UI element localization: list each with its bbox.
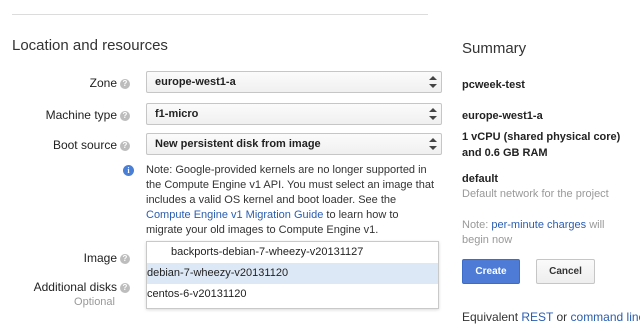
zone-select[interactable]: europe-west1-a xyxy=(146,71,442,93)
image-option-selected[interactable]: debian-7-wheezy-v20131120 xyxy=(147,263,438,284)
machine-type-label-text: Machine type xyxy=(45,108,117,122)
summary-charges-note: Note: per-minute charges will xyxy=(462,218,604,232)
top-divider xyxy=(12,14,428,15)
boot-source-label: Boot source? xyxy=(53,138,130,152)
cancel-button[interactable]: Cancel xyxy=(536,259,595,284)
equivalent-links: Equivalent REST or command line xyxy=(462,310,640,324)
image-option[interactable]: centos-6-v20131120 xyxy=(147,284,438,305)
machine-type-value: f1-micro xyxy=(155,108,199,120)
image-label-text: Image xyxy=(83,251,117,265)
zone-label: Zone? xyxy=(90,76,130,90)
image-dropdown-list[interactable]: backports-debian-7-wheezy-v20131127 debi… xyxy=(146,241,439,309)
summary-instance-name: pcweek-test xyxy=(462,79,525,91)
migration-guide-link[interactable]: Compute Engine v1 Migration Guide xyxy=(146,209,323,221)
boot-source-value: New persistent disk from image xyxy=(155,138,321,150)
updown-arrows-icon xyxy=(429,107,437,121)
summary-charges-note-2: begin now xyxy=(462,234,513,246)
additional-disks-optional: Optional xyxy=(74,296,115,308)
question-circle-icon[interactable]: ? xyxy=(120,111,130,121)
updown-arrows-icon xyxy=(429,137,437,151)
summary-machine-desc-1: 1 vCPU (shared physical core) xyxy=(462,131,621,143)
zone-value: europe-west1-a xyxy=(155,76,236,88)
command-line-link[interactable]: command line xyxy=(571,310,640,324)
create-button[interactable]: Create xyxy=(462,259,520,284)
boot-source-label-text: Boot source xyxy=(52,138,117,152)
additional-disks-label-text: Additional disks xyxy=(33,280,117,294)
image-option[interactable]: backports-debian-7-wheezy-v20131127 xyxy=(147,242,438,263)
summary-title: Summary xyxy=(462,40,527,57)
image-label: Image? xyxy=(84,251,130,265)
equivalent-prefix: Equivalent xyxy=(462,310,522,324)
image-option-label: backports-debian-7-wheezy-v20131127 xyxy=(171,246,364,258)
boot-source-select[interactable]: New persistent disk from image xyxy=(146,133,442,155)
image-option-label: centos-6-v20131120 xyxy=(147,288,247,300)
machine-type-label: Machine type? xyxy=(46,108,130,122)
image-option-label: debian-7-wheezy-v20131120 xyxy=(147,267,289,279)
charges-note-prefix: Note: xyxy=(462,219,492,231)
rest-link[interactable]: REST xyxy=(521,310,553,324)
per-minute-charges-link[interactable]: per-minute charges xyxy=(491,219,586,231)
question-circle-icon[interactable]: ? xyxy=(120,79,130,89)
info-circle-icon: i xyxy=(123,165,134,176)
summary-network: default xyxy=(462,173,499,185)
question-circle-icon[interactable]: ? xyxy=(120,283,130,293)
note-text-1: Note: Google-provided kernels are no lon… xyxy=(146,164,435,206)
equivalent-or: or xyxy=(553,310,571,324)
question-circle-icon[interactable]: ? xyxy=(120,254,130,264)
machine-type-select[interactable]: f1-micro xyxy=(146,103,442,125)
additional-disks-label: Additional disks? xyxy=(34,280,130,294)
section-title: Location and resources xyxy=(12,37,168,54)
question-circle-icon[interactable]: ? xyxy=(120,141,130,151)
kernel-note: Note: Google-provided kernels are no lon… xyxy=(146,163,436,238)
updown-arrows-icon xyxy=(429,75,437,89)
charges-note-suffix: will xyxy=(586,219,605,231)
summary-zone: europe-west1-a xyxy=(462,110,543,122)
summary-network-desc: Default network for the project xyxy=(462,188,609,200)
zone-label-text: Zone xyxy=(89,76,117,90)
summary-machine-desc-2: and 0.6 GB RAM xyxy=(462,147,548,159)
